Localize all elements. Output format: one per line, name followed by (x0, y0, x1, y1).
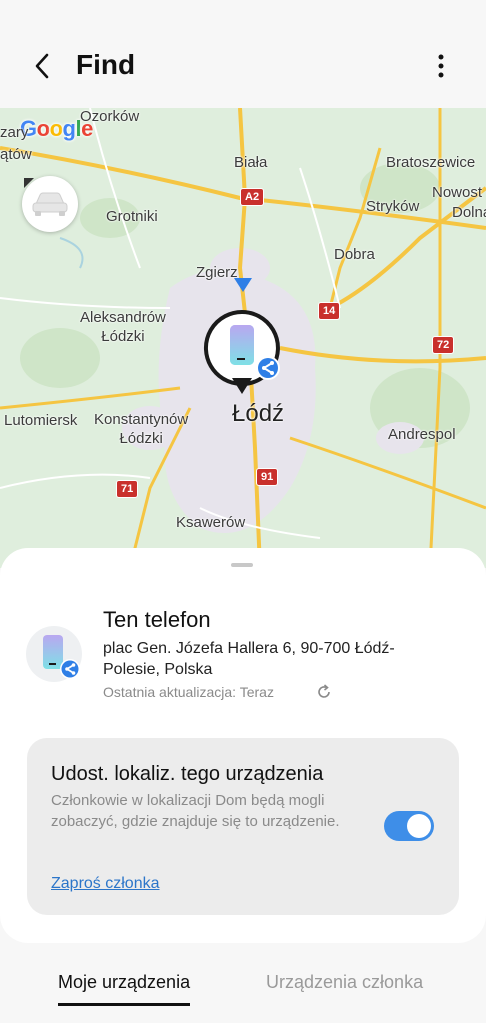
share-location-toggle[interactable] (384, 811, 434, 841)
last-updated-text: Ostatnia aktualizacja: Teraz (103, 684, 274, 700)
device-name: Ten telefon (103, 607, 211, 632)
map-label-ozorkow: Ozorków (80, 108, 140, 125)
share-location-description: Członkowie w lokalizacji Dom będą mogli … (51, 792, 340, 830)
toggle-knob (407, 814, 431, 838)
share-location-title: Udost. lokaliz. tego urządzenia (51, 763, 324, 785)
map-label-andrespol: Andrespol (388, 426, 456, 443)
tab-member-devices[interactable]: Urządzenia członka (266, 972, 423, 993)
share-location-card: Udost. lokaliz. tego urządzenia Członkow… (27, 738, 459, 915)
more-vertical-icon (438, 54, 444, 78)
tab-my-devices-label: Moje urządzenia (58, 972, 191, 992)
corner-arrow-icon (24, 178, 34, 188)
tab-my-devices[interactable]: Moje urządzenia (58, 972, 191, 1006)
road-shield-91: 91 (256, 468, 279, 486)
active-tab-indicator (58, 1003, 191, 1006)
map-label-konstantynow: Konstantynów Łódzki (94, 411, 189, 447)
device-address: plac Gen. Józefa Hallera 6, 90-700 Łódź-… (103, 640, 395, 678)
app-bar: Find (0, 0, 486, 108)
map-view[interactable]: Google Ozorków zary ątów Biała Bratoszew… (0, 108, 486, 568)
bottom-tabs: Moje urządzenia Urządzenia członka (0, 960, 486, 1010)
chevron-left-icon (35, 53, 49, 79)
map-label-ksawerow: Ksawerów (176, 514, 246, 531)
map-label-zgierz: Zgierz (196, 264, 238, 281)
back-button[interactable] (24, 48, 60, 84)
navigation-arrow-icon (234, 278, 252, 292)
map-label-dolna: Dolna (452, 204, 486, 221)
map-label-lutomiersk: Lutomiersk (4, 412, 78, 429)
device-details-sheet: Ten telefon plac Gen. Józefa Hallera 6, … (0, 548, 486, 943)
car-icon (32, 192, 68, 216)
map-label-nowosolna: Nowost (432, 184, 483, 201)
page-title: Find (76, 49, 136, 80)
device-avatar (26, 626, 82, 682)
phone-share-icon (43, 635, 80, 679)
map-label-dobra: Dobra (334, 246, 375, 263)
map-label-strykow: Stryków (366, 198, 420, 215)
device-location-pin-icon[interactable] (202, 308, 282, 408)
refresh-icon[interactable] (315, 683, 333, 701)
map-label-biala: Biała (234, 154, 268, 171)
road-shield-14: 14 (318, 302, 341, 320)
tab-member-devices-label: Urządzenia członka (266, 972, 424, 992)
map-label-aleksandrow: Aleksandrów Łódzki (80, 309, 166, 345)
invite-member-link[interactable]: Zaproś członka (51, 875, 160, 893)
map-label-bratoszewice: Bratoszewice (386, 154, 476, 171)
map-label-partial-2: ątów (0, 146, 32, 163)
map-label-grotniki: Grotniki (106, 208, 158, 225)
map-label-partial: zary (0, 124, 29, 141)
road-shield-71: 71 (116, 480, 139, 498)
more-options-button[interactable] (426, 48, 456, 84)
road-shield-a2: A2 (240, 188, 265, 206)
road-shield-72: 72 (432, 336, 455, 354)
sheet-drag-handle[interactable] (231, 563, 253, 567)
